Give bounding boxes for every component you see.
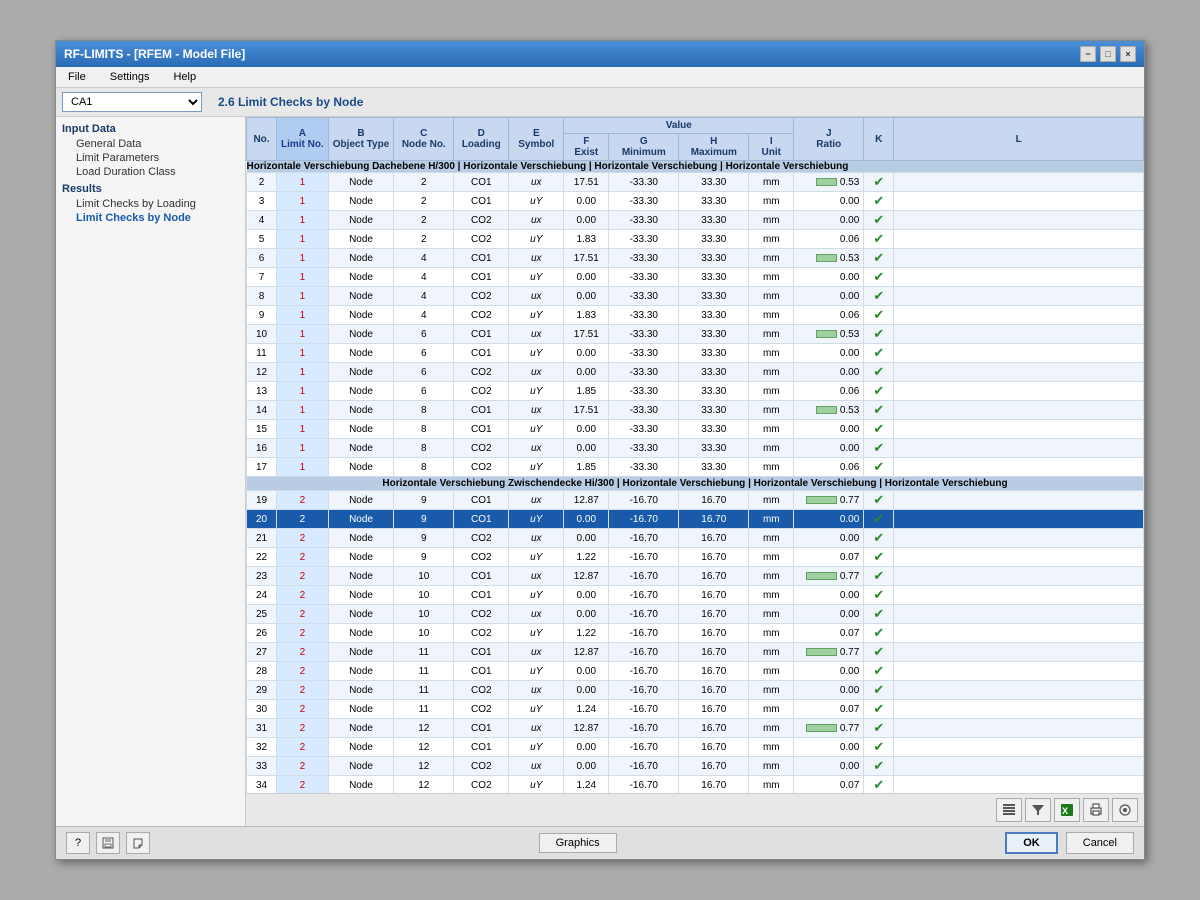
table-row[interactable]: 31Node2CO1uY0.00-33.3033.30mm0.00✔ xyxy=(247,192,1144,211)
table-row[interactable]: 41Node2CO2ux0.00-33.3033.30mm0.00✔ xyxy=(247,211,1144,230)
table-row[interactable]: 222Node9CO2uY1.22-16.7016.70mm0.07✔ xyxy=(247,548,1144,567)
data-table: No. A Limit No. B Object Type C xyxy=(246,117,1144,793)
sidebar-item-limit-params[interactable]: Limit Parameters xyxy=(62,151,239,165)
maximize-button[interactable]: □ xyxy=(1100,46,1116,62)
export-icon-btn[interactable] xyxy=(126,832,150,854)
table-row[interactable]: 151Node8CO1uY0.00-33.3033.30mm0.00✔ xyxy=(247,420,1144,439)
excel-icon-btn[interactable]: X xyxy=(1054,798,1080,822)
table-row[interactable]: 252Node10CO2ux0.00-16.7016.70mm0.00✔ xyxy=(247,605,1144,624)
table-row[interactable]: 332Node12CO2ux0.00-16.7016.70mm0.00✔ xyxy=(247,757,1144,776)
value-header: Value xyxy=(564,118,794,134)
table-icon-btn[interactable] xyxy=(996,798,1022,822)
content-area: No. A Limit No. B Object Type C xyxy=(246,117,1144,826)
view-icon-btn[interactable] xyxy=(1112,798,1138,822)
sidebar: Input Data General Data Limit Parameters… xyxy=(56,117,246,826)
col-h-header: H Maximum xyxy=(679,134,749,161)
menubar: File Settings Help xyxy=(56,67,1144,88)
titlebar-buttons: − □ × xyxy=(1080,46,1136,62)
menu-file[interactable]: File xyxy=(64,69,90,85)
table-row[interactable]: 161Node8CO2ux0.00-33.3033.30mm0.00✔ xyxy=(247,439,1144,458)
table-row[interactable]: 212Node9CO2ux0.00-16.7016.70mm0.00✔ xyxy=(247,529,1144,548)
col-g-header: G Minimum xyxy=(609,134,679,161)
close-button[interactable]: × xyxy=(1120,46,1136,62)
minimize-button[interactable]: − xyxy=(1080,46,1096,62)
sidebar-item-checks-loading[interactable]: Limit Checks by Loading xyxy=(62,197,239,211)
save-icon-btn[interactable] xyxy=(96,832,120,854)
table-row[interactable]: 71Node4CO1uY0.00-33.3033.30mm0.00✔ xyxy=(247,268,1144,287)
table-row[interactable]: 101Node6CO1ux17.51-33.3033.30mm0.53✔ xyxy=(247,325,1144,344)
table-row[interactable]: 302Node11CO2uY1.24-16.7016.70mm0.07✔ xyxy=(247,700,1144,719)
table-row[interactable]: 121Node6CO2ux0.00-33.3033.30mm0.00✔ xyxy=(247,363,1144,382)
help-icon-btn[interactable]: ? xyxy=(66,832,90,854)
col-k-header: K xyxy=(864,118,894,161)
table-container[interactable]: No. A Limit No. B Object Type C xyxy=(246,117,1144,793)
section1-header: Horizontale Verschiebung Dachebene H/300… xyxy=(247,161,1144,173)
filter-icon-btn[interactable] xyxy=(1025,798,1051,822)
col-b-header: B Object Type xyxy=(328,118,394,161)
col-no-header: No. xyxy=(247,118,277,161)
table-row[interactable]: 51Node2CO2uY1.83-33.3033.30mm0.06✔ xyxy=(247,230,1144,249)
col-d-header: D Loading xyxy=(454,118,509,161)
table-row[interactable]: 131Node6CO2uY1.85-33.3033.30mm0.06✔ xyxy=(247,382,1144,401)
main-content: Input Data General Data Limit Parameters… xyxy=(56,117,1144,826)
cancel-button[interactable]: Cancel xyxy=(1066,832,1134,854)
sidebar-item-load-duration[interactable]: Load Duration Class xyxy=(62,165,239,179)
col-c-header: C Node No. xyxy=(394,118,454,161)
sidebar-item-general[interactable]: General Data xyxy=(62,137,239,151)
print-icon-btn[interactable] xyxy=(1083,798,1109,822)
table-row[interactable]: 91Node4CO2uY1.83-33.3033.30mm0.06✔ xyxy=(247,306,1144,325)
table-row[interactable]: 242Node10CO1uY0.00-16.7016.70mm0.00✔ xyxy=(247,586,1144,605)
col-j-header: J Ratio xyxy=(794,118,864,161)
table-row[interactable]: 312Node12CO1ux12.87-16.7016.70mm0.77✔ xyxy=(247,719,1144,738)
table-row[interactable]: 342Node12CO2uY1.24-16.7016.70mm0.07✔ xyxy=(247,776,1144,794)
footer-right: OK Cancel xyxy=(1005,832,1134,854)
graphics-button[interactable]: Graphics xyxy=(539,833,617,853)
col-l-header: L xyxy=(894,118,1144,161)
table-row[interactable]: 61Node4CO1ux17.51-33.3033.30mm0.53✔ xyxy=(247,249,1144,268)
ca-selector[interactable]: CA1 xyxy=(62,92,202,112)
sidebar-input-group: Input Data General Data Limit Parameters… xyxy=(62,123,239,179)
table-row[interactable]: 192Node9CO1ux12.87-16.7016.70mm0.77✔ xyxy=(247,491,1144,510)
titlebar: RF-LIMITS - [RFEM - Model File] − □ × xyxy=(56,41,1144,67)
col-i-header: I Unit xyxy=(749,134,794,161)
svg-text:X: X xyxy=(1062,806,1068,816)
ok-button[interactable]: OK xyxy=(1005,832,1058,854)
table-row[interactable]: 21Node2CO1ux17.51-33.3033.30mm0.53✔ xyxy=(247,173,1144,192)
sidebar-results-label: Results xyxy=(62,183,239,195)
col-a-header: A Limit No. xyxy=(277,118,329,161)
table-row[interactable]: 81Node4CO2ux0.00-33.3033.30mm0.00✔ xyxy=(247,287,1144,306)
sidebar-input-label: Input Data xyxy=(62,123,239,135)
window-title: RF-LIMITS - [RFEM - Model File] xyxy=(64,47,245,61)
table-row[interactable]: 141Node8CO1ux17.51-33.3033.30mm0.53✔ xyxy=(247,401,1144,420)
menu-settings[interactable]: Settings xyxy=(106,69,154,85)
table-row[interactable]: 322Node12CO1uY0.00-16.7016.70mm0.00✔ xyxy=(247,738,1144,757)
menu-help[interactable]: Help xyxy=(169,69,200,85)
sidebar-results-group: Results Limit Checks by Loading Limit Ch… xyxy=(62,183,239,225)
table-row[interactable]: 232Node10CO1ux12.87-16.7016.70mm0.77✔ xyxy=(247,567,1144,586)
table-row[interactable]: 292Node11CO2ux0.00-16.7016.70mm0.00✔ xyxy=(247,681,1144,700)
table-row[interactable]: 282Node11CO1uY0.00-16.7016.70mm0.00✔ xyxy=(247,662,1144,681)
table-row[interactable]: 272Node11CO1ux12.87-16.7016.70mm0.77✔ xyxy=(247,643,1144,662)
footer: ? Graphics OK Cancel xyxy=(56,826,1144,859)
col-f-header: F Exist xyxy=(564,134,609,161)
table-row[interactable]: 262Node10CO2uY1.22-16.7016.70mm0.07✔ xyxy=(247,624,1144,643)
col-e-header: E Symbol xyxy=(509,118,564,161)
table-row[interactable]: 111Node6CO1uY0.00-33.3033.30mm0.00✔ xyxy=(247,344,1144,363)
main-window: RF-LIMITS - [RFEM - Model File] − □ × Fi… xyxy=(55,40,1145,860)
sidebar-item-checks-node[interactable]: Limit Checks by Node xyxy=(62,211,239,225)
section2-header: Horizontale Verschiebung Zwischendecke H… xyxy=(247,477,1144,491)
top-toolbar: CA1 2.6 Limit Checks by Node xyxy=(56,88,1144,117)
table-row[interactable]: 202Node9CO1uY0.00-16.7016.70mm0.00✔ xyxy=(247,510,1144,529)
section-title: 2.6 Limit Checks by Node xyxy=(208,91,1138,113)
footer-left: ? xyxy=(66,832,150,854)
bottom-toolbar: X xyxy=(246,793,1144,826)
table-row[interactable]: 171Node8CO2uY1.85-33.3033.30mm0.06✔ xyxy=(247,458,1144,477)
footer-center: Graphics xyxy=(150,833,1005,853)
